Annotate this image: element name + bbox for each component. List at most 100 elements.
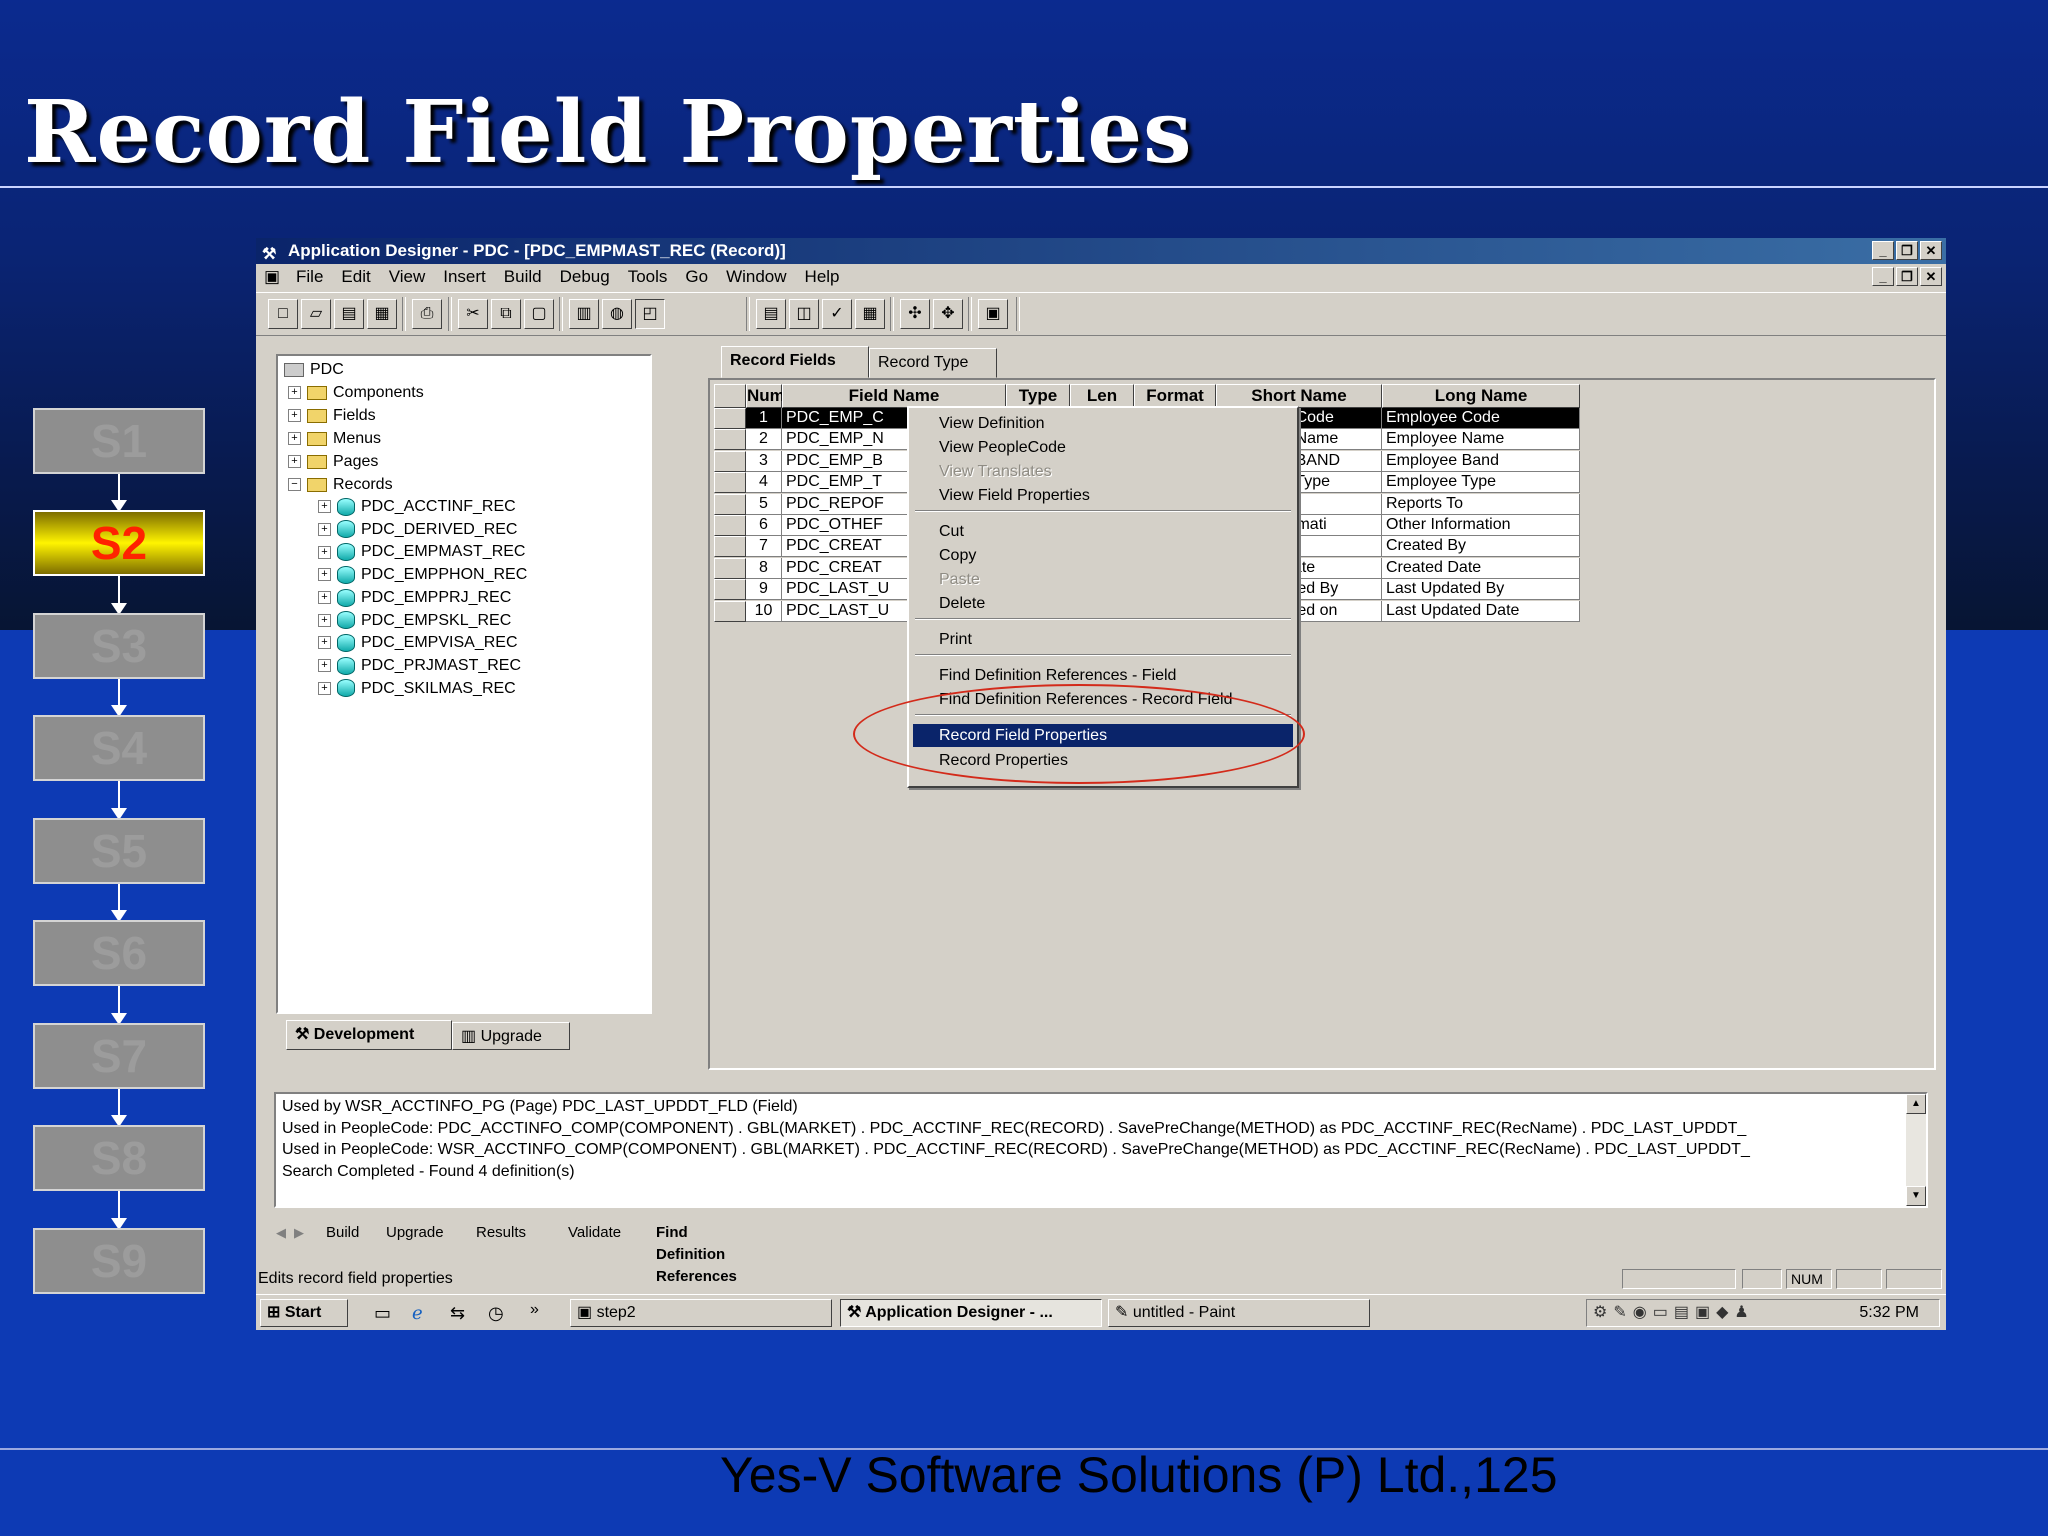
- row-selector[interactable]: [714, 472, 746, 494]
- menu-item-copy[interactable]: Copy: [913, 544, 1293, 567]
- menu-item-view-definition[interactable]: View Definition: [913, 412, 1293, 435]
- row-selector[interactable]: [714, 536, 746, 558]
- restore-button[interactable]: ❐: [1896, 241, 1918, 260]
- tree-folder-menus[interactable]: + Menus: [288, 429, 381, 449]
- tree-record-item[interactable]: + PDC_EMPSKL_REC: [318, 611, 511, 631]
- output-scrollbar[interactable]: ▲ ▼: [1906, 1094, 1926, 1206]
- cell-long[interactable]: Last Updated By: [1382, 579, 1580, 601]
- tab-record-type[interactable]: Record Type: [869, 348, 997, 378]
- row-selector[interactable]: [714, 600, 746, 622]
- menu-file[interactable]: File: [296, 267, 323, 286]
- step-s2[interactable]: S2: [33, 510, 205, 576]
- build-icon[interactable]: ▣: [978, 299, 1008, 329]
- step-s9[interactable]: S9: [33, 1228, 205, 1294]
- quick-launch-more-icon[interactable]: »: [530, 1301, 539, 1319]
- properties-icon[interactable]: ▥: [569, 299, 599, 329]
- tree-folder-components[interactable]: + Components: [288, 383, 424, 403]
- menu-item-print[interactable]: Print: [913, 628, 1293, 651]
- expand-toggle-icon[interactable]: +: [288, 409, 301, 423]
- project-icon[interactable]: ◍: [602, 299, 632, 329]
- expand-toggle-icon[interactable]: −: [288, 478, 301, 492]
- tab-scroll-right-icon[interactable]: ▶: [294, 1222, 304, 1244]
- step-s7[interactable]: S7: [33, 1023, 205, 1089]
- tree-record-item[interactable]: + PDC_SKILMAS_REC: [318, 679, 516, 699]
- expand-toggle-icon[interactable]: +: [318, 522, 331, 536]
- cell-num[interactable]: 1: [746, 408, 782, 429]
- scroll-up-icon[interactable]: ▲: [1906, 1094, 1926, 1114]
- cell-long[interactable]: Employee Type: [1382, 472, 1580, 494]
- output-tab-results[interactable]: Results: [476, 1222, 526, 1244]
- expand-toggle-icon[interactable]: +: [318, 545, 331, 559]
- new-icon[interactable]: □: [268, 299, 298, 329]
- validate-icon[interactable]: ◰: [635, 299, 665, 329]
- row-selector[interactable]: [714, 450, 746, 472]
- output-tab-find-definition-references[interactable]: Find Definition References: [656, 1222, 737, 1285]
- menu-item-view-peoplecode[interactable]: View PeopleCode: [913, 436, 1293, 459]
- save-all-icon[interactable]: ▦: [367, 299, 397, 329]
- tree-record-item[interactable]: + PDC_EMPMAST_REC: [318, 542, 525, 562]
- menu-edit[interactable]: Edit: [341, 267, 370, 286]
- row-selector[interactable]: [714, 579, 746, 601]
- check-icon[interactable]: ✓: [822, 299, 852, 329]
- tab-development[interactable]: ⚒ Development: [286, 1020, 452, 1050]
- start-button[interactable]: ⊞ Start: [260, 1299, 348, 1327]
- menu-build[interactable]: Build: [504, 267, 542, 286]
- step-s5[interactable]: S5: [33, 818, 205, 884]
- step-s1[interactable]: S1: [33, 408, 205, 474]
- menu-help[interactable]: Help: [805, 267, 840, 286]
- tab-scroll-left-icon[interactable]: ◀: [276, 1222, 286, 1244]
- cell-num[interactable]: 9: [746, 579, 782, 601]
- tab-upgrade[interactable]: ▥ Upgrade: [452, 1022, 570, 1050]
- tree-record-item[interactable]: + PDC_PRJMAST_REC: [318, 656, 521, 676]
- output-tab-validate[interactable]: Validate: [568, 1222, 621, 1244]
- tree-record-item[interactable]: + PDC_EMPVISA_REC: [318, 633, 518, 653]
- menu-debug[interactable]: Debug: [560, 267, 610, 286]
- row-selector[interactable]: [714, 429, 746, 451]
- cell-long[interactable]: Employee Code: [1382, 408, 1580, 429]
- expand-icon[interactable]: ✣: [900, 299, 930, 329]
- grid-header-len[interactable]: Len: [1070, 384, 1134, 408]
- view-display-icon[interactable]: ◫: [789, 299, 819, 329]
- paste-icon[interactable]: ▢: [524, 299, 554, 329]
- cell-num[interactable]: 3: [746, 450, 782, 472]
- row-selector[interactable]: [714, 557, 746, 579]
- cut-icon[interactable]: ✂: [458, 299, 488, 329]
- task-application-designer[interactable]: ⚒ Application Designer - ...: [840, 1299, 1102, 1327]
- menu-item-delete[interactable]: Delete: [913, 592, 1293, 615]
- task-step2[interactable]: ▣ step2: [570, 1299, 832, 1327]
- save-icon[interactable]: ▤: [334, 299, 364, 329]
- tray-icons[interactable]: ⚙✎◉▭▤▣◆♟: [1593, 1302, 1755, 1322]
- menu-item-view-field-properties[interactable]: View Field Properties: [913, 484, 1293, 507]
- row-selector[interactable]: [714, 515, 746, 536]
- step-s3[interactable]: S3: [33, 613, 205, 679]
- row-selector[interactable]: [714, 408, 746, 429]
- cell-num[interactable]: 5: [746, 493, 782, 515]
- tree-record-item[interactable]: + PDC_DERIVED_REC: [318, 520, 517, 540]
- cell-long[interactable]: Last Updated Date: [1382, 600, 1580, 622]
- clipboard-icon[interactable]: ▦: [855, 299, 885, 329]
- step-s4[interactable]: S4: [33, 715, 205, 781]
- grid-header-short-name[interactable]: Short Name: [1216, 384, 1382, 408]
- show-desktop-icon[interactable]: ▭: [374, 1303, 391, 1324]
- expand-toggle-icon[interactable]: +: [288, 432, 301, 446]
- tree-record-item[interactable]: + PDC_EMPPHON_REC: [318, 565, 527, 585]
- cell-num[interactable]: 7: [746, 536, 782, 558]
- tree-record-item[interactable]: + PDC_EMPPRJ_REC: [318, 588, 511, 608]
- expand-toggle-icon[interactable]: +: [318, 591, 331, 605]
- expand-toggle-icon[interactable]: +: [318, 681, 331, 695]
- cell-long[interactable]: Reports To: [1382, 493, 1580, 515]
- cell-long[interactable]: Created Date: [1382, 557, 1580, 579]
- step-s8[interactable]: S8: [33, 1125, 205, 1191]
- expand-toggle-icon[interactable]: +: [288, 455, 301, 469]
- step-s6[interactable]: S6: [33, 920, 205, 986]
- row-selector[interactable]: [714, 493, 746, 515]
- grid-header-format[interactable]: Format: [1134, 384, 1216, 408]
- grid-header-field-name[interactable]: Field Name: [782, 384, 1006, 408]
- mdi-minimize-button[interactable]: _: [1872, 267, 1894, 286]
- menu-tools[interactable]: Tools: [628, 267, 668, 286]
- output-tab-upgrade[interactable]: Upgrade: [386, 1222, 444, 1244]
- collapse-icon[interactable]: ✥: [933, 299, 963, 329]
- tab-record-fields[interactable]: Record Fields: [721, 346, 869, 378]
- menu-insert[interactable]: Insert: [443, 267, 486, 286]
- copy-icon[interactable]: ⧉: [491, 299, 521, 329]
